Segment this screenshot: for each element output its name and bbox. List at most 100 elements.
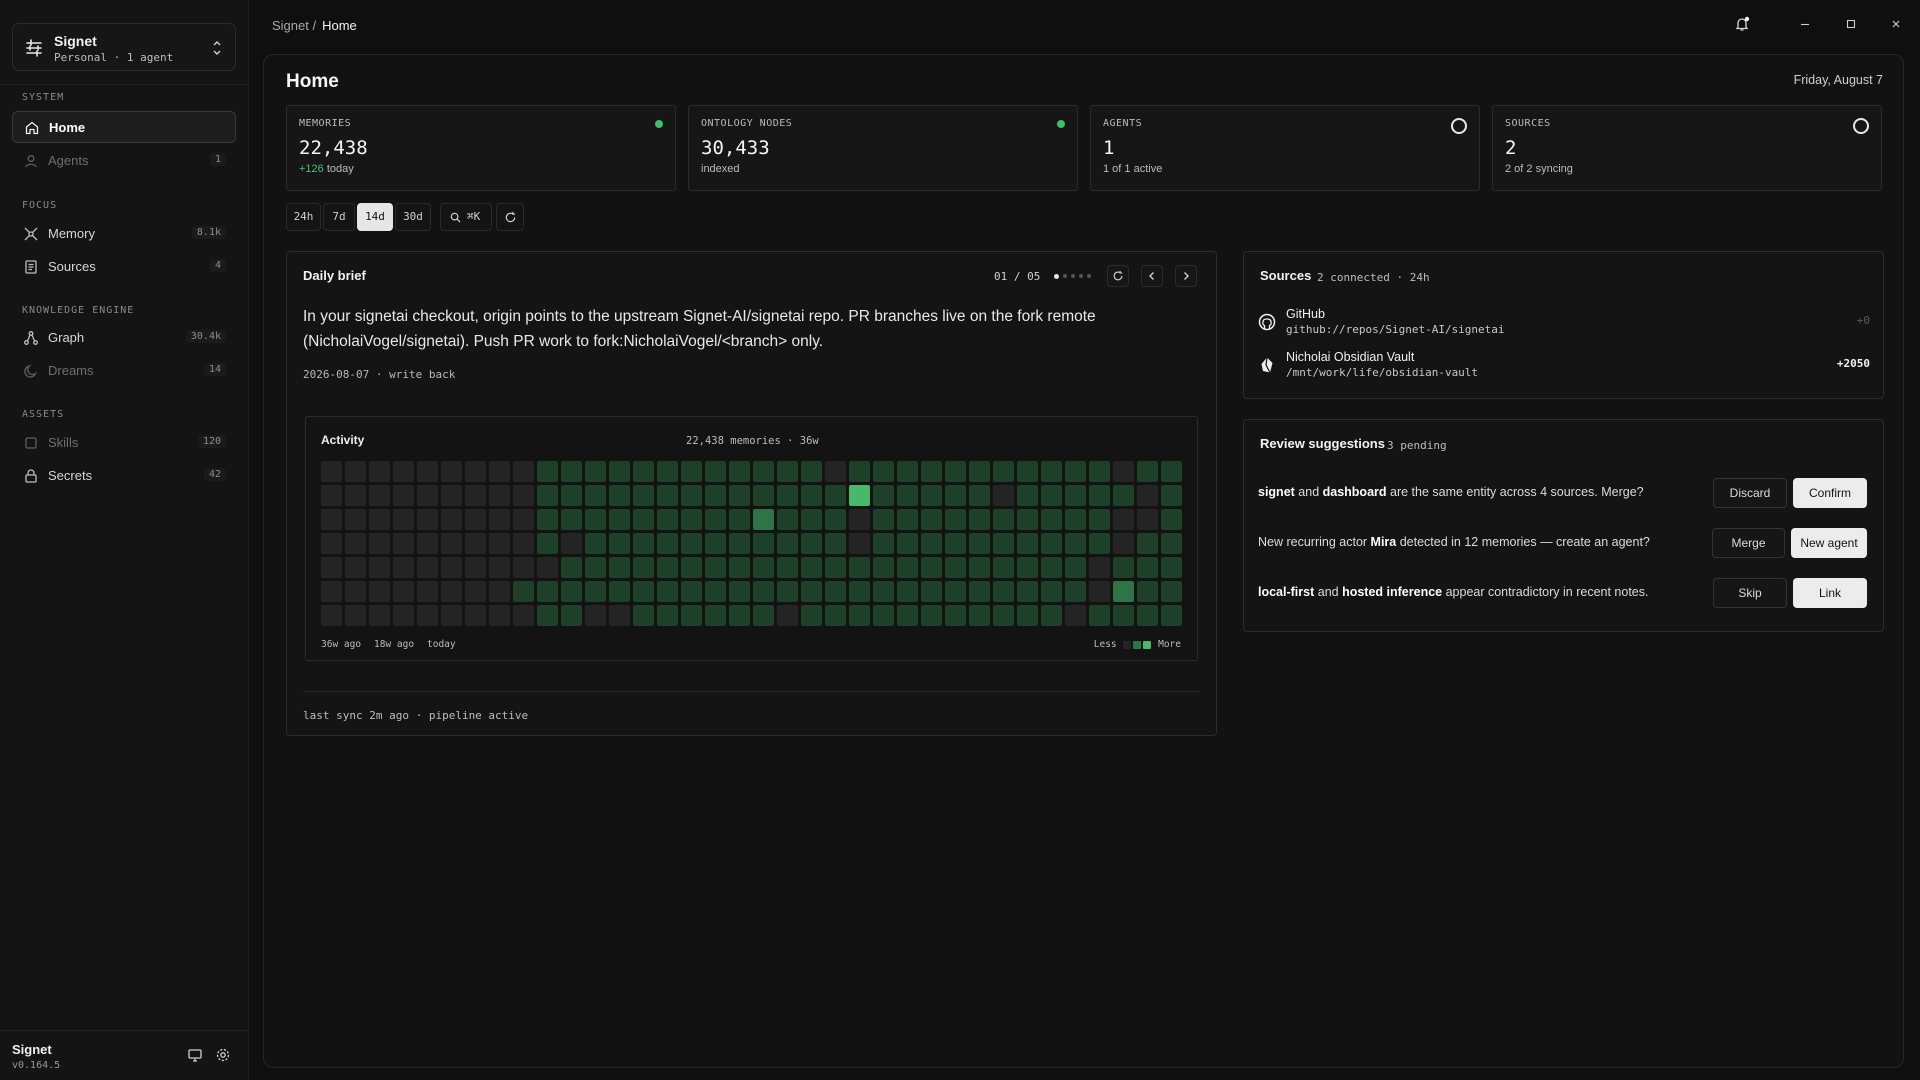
heatmap-cell[interactable] xyxy=(705,461,726,482)
heatmap-cell[interactable] xyxy=(369,533,390,554)
heatmap-cell[interactable] xyxy=(657,461,678,482)
heatmap-cell[interactable] xyxy=(537,461,558,482)
sidebar-item-secrets[interactable]: Secrets 42 xyxy=(12,460,236,492)
heatmap-cell[interactable] xyxy=(1017,533,1038,554)
heatmap-cell[interactable] xyxy=(705,605,726,626)
heatmap-cell[interactable] xyxy=(441,605,462,626)
heatmap-cell[interactable] xyxy=(873,533,894,554)
heatmap-cell[interactable] xyxy=(393,461,414,482)
confirm-button[interactable]: Confirm xyxy=(1793,478,1867,508)
heatmap-cell[interactable] xyxy=(1089,461,1110,482)
heatmap-cell[interactable] xyxy=(633,557,654,578)
heatmap-cell[interactable] xyxy=(1065,485,1086,506)
heatmap-cell[interactable] xyxy=(681,605,702,626)
heatmap-cell[interactable] xyxy=(777,485,798,506)
heatmap-cell[interactable] xyxy=(825,533,846,554)
refresh-button[interactable] xyxy=(496,203,524,231)
heatmap-cell[interactable] xyxy=(801,485,822,506)
stat-card-sources[interactable]: SOURCES 2 2 of 2 syncing xyxy=(1492,105,1882,191)
heatmap-cell[interactable] xyxy=(1017,509,1038,530)
heatmap-cell[interactable] xyxy=(513,581,534,602)
heatmap-cell[interactable] xyxy=(537,485,558,506)
heatmap-cell[interactable] xyxy=(1041,605,1062,626)
bell-icon[interactable] xyxy=(1734,16,1750,32)
heatmap-cell[interactable] xyxy=(969,581,990,602)
heatmap-cell[interactable] xyxy=(921,461,942,482)
sidebar-item-memory[interactable]: Memory 8.1k xyxy=(12,218,236,250)
workspace-switcher[interactable]: Signet Personal · 1 agent xyxy=(12,23,236,71)
heatmap-cell[interactable] xyxy=(369,581,390,602)
heatmap-cell[interactable] xyxy=(945,509,966,530)
stat-card-ontology-nodes[interactable]: ONTOLOGY NODES 30,433 indexed xyxy=(688,105,1078,191)
heatmap-cell[interactable] xyxy=(801,605,822,626)
page-dot[interactable] xyxy=(1087,274,1091,278)
heatmap-cell[interactable] xyxy=(705,509,726,530)
heatmap-cell[interactable] xyxy=(849,533,870,554)
heatmap-cell[interactable] xyxy=(417,509,438,530)
breadcrumb-root[interactable]: Signet / xyxy=(272,18,316,33)
heatmap-cell[interactable] xyxy=(1137,485,1158,506)
heatmap-cell[interactable] xyxy=(345,533,366,554)
heatmap-cell[interactable] xyxy=(897,509,918,530)
heatmap-cell[interactable] xyxy=(849,557,870,578)
heatmap-cell[interactable] xyxy=(609,509,630,530)
heatmap-cell[interactable] xyxy=(465,557,486,578)
heatmap-cell[interactable] xyxy=(753,509,774,530)
range-24h-button[interactable]: 24h xyxy=(286,203,321,231)
heatmap-cell[interactable] xyxy=(681,461,702,482)
heatmap-cell[interactable] xyxy=(825,581,846,602)
heatmap-cell[interactable] xyxy=(801,509,822,530)
heatmap-cell[interactable] xyxy=(729,533,750,554)
heatmap-cell[interactable] xyxy=(945,605,966,626)
heatmap-cell[interactable] xyxy=(345,461,366,482)
heatmap-cell[interactable] xyxy=(417,557,438,578)
page-dot[interactable] xyxy=(1054,273,1059,279)
heatmap-cell[interactable] xyxy=(441,509,462,530)
heatmap-cell[interactable] xyxy=(393,557,414,578)
heatmap-cell[interactable] xyxy=(1113,485,1134,506)
heatmap-cell[interactable] xyxy=(321,557,342,578)
heatmap-cell[interactable] xyxy=(1089,533,1110,554)
heatmap-cell[interactable] xyxy=(897,581,918,602)
heatmap-cell[interactable] xyxy=(441,461,462,482)
heatmap-cell[interactable] xyxy=(369,509,390,530)
discard-button[interactable]: Discard xyxy=(1713,478,1787,508)
heatmap-cell[interactable] xyxy=(345,581,366,602)
heatmap-cell[interactable] xyxy=(537,509,558,530)
heatmap-cell[interactable] xyxy=(537,557,558,578)
heatmap-cell[interactable] xyxy=(777,509,798,530)
heatmap-cell[interactable] xyxy=(585,485,606,506)
heatmap-cell[interactable] xyxy=(1161,461,1182,482)
heatmap-cell[interactable] xyxy=(897,533,918,554)
heatmap-cell[interactable] xyxy=(657,605,678,626)
heatmap-cell[interactable] xyxy=(849,485,870,506)
heatmap-cell[interactable] xyxy=(321,605,342,626)
heatmap-cell[interactable] xyxy=(537,581,558,602)
heatmap-cell[interactable] xyxy=(705,557,726,578)
heatmap-cell[interactable] xyxy=(897,485,918,506)
heatmap-cell[interactable] xyxy=(729,509,750,530)
heatmap-cell[interactable] xyxy=(657,509,678,530)
heatmap-cell[interactable] xyxy=(993,605,1014,626)
heatmap-cell[interactable] xyxy=(369,485,390,506)
heatmap-cell[interactable] xyxy=(561,509,582,530)
heatmap-cell[interactable] xyxy=(585,509,606,530)
heatmap-cell[interactable] xyxy=(513,461,534,482)
heatmap-cell[interactable] xyxy=(849,509,870,530)
heatmap-cell[interactable] xyxy=(585,605,606,626)
heatmap-cell[interactable] xyxy=(369,557,390,578)
heatmap-cell[interactable] xyxy=(657,581,678,602)
heatmap-cell[interactable] xyxy=(465,533,486,554)
heatmap-cell[interactable] xyxy=(1113,605,1134,626)
heatmap-cell[interactable] xyxy=(993,581,1014,602)
heatmap-cell[interactable] xyxy=(1161,557,1182,578)
heatmap-cell[interactable] xyxy=(417,533,438,554)
range-7d-button[interactable]: 7d xyxy=(323,203,355,231)
heatmap-cell[interactable] xyxy=(873,509,894,530)
heatmap-cell[interactable] xyxy=(753,533,774,554)
heatmap-cell[interactable] xyxy=(321,509,342,530)
heatmap-cell[interactable] xyxy=(681,533,702,554)
heatmap-cell[interactable] xyxy=(801,461,822,482)
heatmap-cell[interactable] xyxy=(369,605,390,626)
heatmap-cell[interactable] xyxy=(1161,509,1182,530)
